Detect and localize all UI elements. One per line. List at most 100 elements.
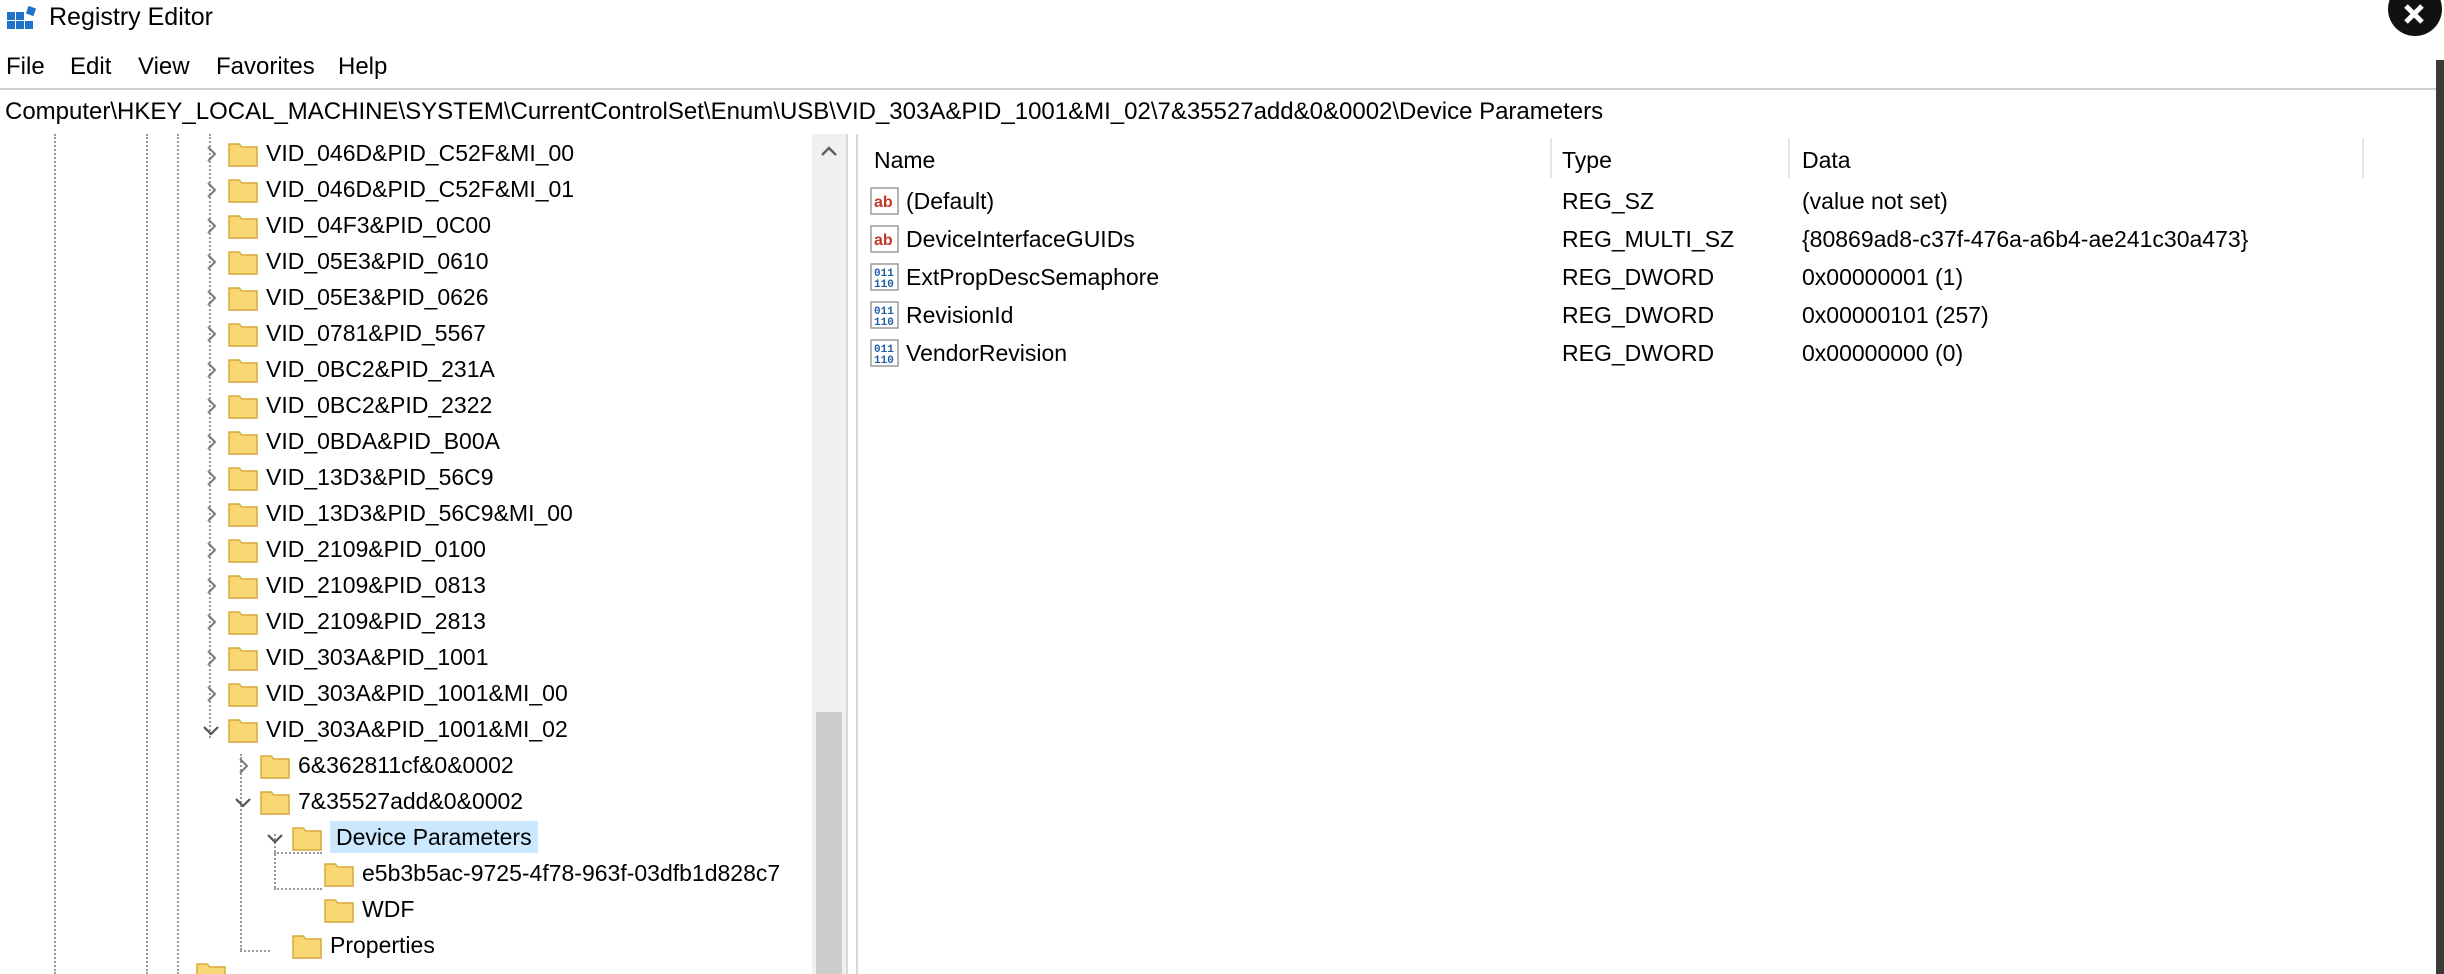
tree-item[interactable]: 7&35527add&0&0002 <box>0 784 812 820</box>
expand-chevron-right-icon[interactable] <box>200 179 222 201</box>
tree-item-label[interactable]: VID_303A&PID_1001&MI_00 <box>266 677 568 709</box>
tree-item[interactable]: VID_303A&PID_1001 <box>0 640 812 676</box>
menu-edit[interactable]: Edit <box>70 53 111 81</box>
tree-item-label[interactable]: Properties <box>330 929 435 961</box>
address-bar[interactable]: Computer\HKEY_LOCAL_MACHINE\SYSTEM\Curre… <box>0 88 2436 136</box>
tree-item-label[interactable]: VID_05E3&PID_0610 <box>266 245 489 277</box>
tree-item-label[interactable]: WDF <box>362 893 414 925</box>
expand-chevron-right-icon[interactable] <box>200 575 222 597</box>
tree-item[interactable]: e5b3b5ac-9725-4f78-963f-03dfb1d828c7 <box>0 856 812 892</box>
string-value-icon: ab <box>870 186 900 216</box>
tree-item[interactable]: VID_0BC2&PID_2322 <box>0 388 812 424</box>
tree-item[interactable]: WDF <box>0 892 812 928</box>
expand-chevron-right-icon[interactable] <box>200 431 222 453</box>
expand-chevron-right-icon[interactable] <box>200 539 222 561</box>
tree-item-label[interactable]: VID_303A&PID_1001 <box>266 641 489 673</box>
column-header-name[interactable]: Name <box>874 140 935 180</box>
tree-item[interactable]: VID_303A&PID_1001&MI_00 <box>0 676 812 712</box>
value-row[interactable]: ab DeviceInterfaceGUIDs REG_MULTI_SZ {80869… <box>858 220 2428 258</box>
tree-item-label[interactable]: VID_13D3&PID_56C9&MI_00 <box>266 497 573 529</box>
column-divider[interactable] <box>1550 138 1552 178</box>
tree-item-label[interactable]: e5b3b5ac-9725-4f78-963f-03dfb1d828c7 <box>362 857 780 889</box>
tree-item-label[interactable]: VID_13D3&PID_56C9 <box>266 461 494 493</box>
tree-item-label[interactable]: VID_04F3&PID_0C00 <box>266 209 491 241</box>
tree-item[interactable]: 6&362811cf&0&0002 <box>0 748 812 784</box>
tree-item-label[interactable]: VID_0BDA&PID_B00A <box>266 425 500 457</box>
expand-chevron-right-icon[interactable] <box>200 359 222 381</box>
folder-icon <box>228 140 258 167</box>
expand-chevron-right-icon[interactable] <box>200 467 222 489</box>
value-row[interactable]: 011 110 RevisionId REG_DWORD 0x00000101 (257… <box>858 296 2428 334</box>
expand-chevron-right-icon[interactable] <box>200 215 222 237</box>
expand-chevron-right-icon[interactable] <box>232 755 254 777</box>
column-divider[interactable] <box>2362 138 2364 178</box>
tree-item-label[interactable]: VID_046D&PID_C52F&MI_01 <box>266 173 574 205</box>
tree-item-label[interactable]: VID_0781&PID_5567 <box>266 317 486 349</box>
tree-item[interactable]: VID_13D3&PID_56C9&MI_00 <box>0 496 812 532</box>
value-row[interactable]: ab (Default) REG_SZ (value not set) <box>858 182 2428 220</box>
expand-chevron-right-icon[interactable] <box>200 683 222 705</box>
value-row[interactable]: 011 110 ExtPropDescSemaphore REG_DWORD 0x000… <box>858 258 2428 296</box>
expand-chevron-right-icon[interactable] <box>200 287 222 309</box>
tree-item-label[interactable]: VID_2109&PID_2813 <box>266 605 486 637</box>
tree-item[interactable]: VID_05E3&PID_0626 <box>0 280 812 316</box>
expand-chevron-right-icon[interactable] <box>200 503 222 525</box>
folder-icon <box>228 248 258 275</box>
column-header-type[interactable]: Type <box>1562 140 1612 180</box>
expand-chevron-right-icon[interactable] <box>200 395 222 417</box>
menu-favorites[interactable]: Favorites <box>216 53 315 81</box>
address-path[interactable]: Computer\HKEY_LOCAL_MACHINE\SYSTEM\Curre… <box>5 98 1603 126</box>
tree-item[interactable]: VID_0BDA&PID_B00A <box>0 424 812 460</box>
values-list[interactable]: Name Type Data ab (Default) REG_SZ (value n… <box>858 134 2436 974</box>
tree-item-label[interactable]: VID_303A&PID_1001&MI_02 <box>266 713 568 745</box>
tree-item[interactable]: VID_2109&PID_0813 <box>0 568 812 604</box>
pane-splitter[interactable] <box>846 134 858 974</box>
tree-item[interactable]: VID_303A&PID_1001&MI_02 <box>0 712 812 748</box>
folder-icon <box>228 392 258 419</box>
key-tree[interactable]: VID_046D&PID_C52F&MI_00 VID_046D&PID_C52F… <box>0 134 846 974</box>
column-header-data[interactable]: Data <box>1802 140 1851 180</box>
tree-item-selected[interactable]: Device Parameters <box>0 820 812 856</box>
tree-item-label[interactable]: VID_05E3&PID_0626 <box>266 281 489 313</box>
expand-chevron-down-icon[interactable] <box>200 719 222 741</box>
expand-chevron-right-icon[interactable] <box>200 251 222 273</box>
tree-item[interactable]: VID_2109&PID_2813 <box>0 604 812 640</box>
binary-value-icon: 011 110 <box>870 300 900 330</box>
tree-item[interactable]: VID_0BC2&PID_231A <box>0 352 812 388</box>
value-row[interactable]: 011 110 VendorRevision REG_DWORD 0x00000000 … <box>858 334 2428 372</box>
column-divider[interactable] <box>1788 138 1790 178</box>
expand-chevron-right-icon[interactable] <box>200 611 222 633</box>
tree-item-label[interactable]: 7&35527add&0&0002 <box>298 785 523 817</box>
expand-chevron-right-icon[interactable] <box>200 647 222 669</box>
expand-chevron-right-icon[interactable] <box>200 323 222 345</box>
tree-item[interactable]: VID_04F3&PID_0C00 <box>0 208 812 244</box>
tree-item-label[interactable]: VID_0BC2&PID_231A <box>266 353 495 385</box>
folder-icon <box>260 788 290 815</box>
tree-item-label[interactable]: Device Parameters <box>330 821 538 853</box>
menu-view[interactable]: View <box>138 53 190 81</box>
expand-chevron-right-icon[interactable] <box>200 143 222 165</box>
scrollbar-thumb[interactable] <box>816 712 842 974</box>
menu-help[interactable]: Help <box>338 53 387 81</box>
tree-item-label[interactable]: 6&362811cf&0&0002 <box>298 749 514 781</box>
value-data: (value not set) <box>1802 188 1948 214</box>
menu-file[interactable]: File <box>6 53 45 81</box>
window-title: Registry Editor <box>49 3 213 31</box>
tree-item-label[interactable]: VID_046D&PID_C52F&MI_00 <box>266 137 574 169</box>
tree-item-label[interactable]: VID_0BC2&PID_2322 <box>266 389 492 421</box>
tree-item-label[interactable]: VID_2109&PID_0813 <box>266 569 486 601</box>
tree-item[interactable]: VID_046D&PID_C52F&MI_01 <box>0 172 812 208</box>
expand-chevron-down-icon[interactable] <box>264 827 286 849</box>
tree-item[interactable]: VID_13D3&PID_56C9 <box>0 460 812 496</box>
tree-item-label[interactable]: VID_2109&PID_0100 <box>266 533 486 565</box>
tree-item[interactable]: Properties <box>0 928 812 964</box>
close-icon[interactable] <box>2388 0 2442 36</box>
scroll-up-icon[interactable] <box>812 134 846 168</box>
string-value-icon: ab <box>870 224 900 254</box>
value-data: 0x00000101 (257) <box>1802 302 1989 328</box>
tree-item[interactable]: VID_0781&PID_5567 <box>0 316 812 352</box>
tree-item[interactable]: VID_2109&PID_0100 <box>0 532 812 568</box>
tree-item[interactable]: VID_046D&PID_C52F&MI_00 <box>0 136 812 172</box>
tree-item[interactable]: VID_05E3&PID_0610 <box>0 244 812 280</box>
expand-chevron-down-icon[interactable] <box>232 791 254 813</box>
